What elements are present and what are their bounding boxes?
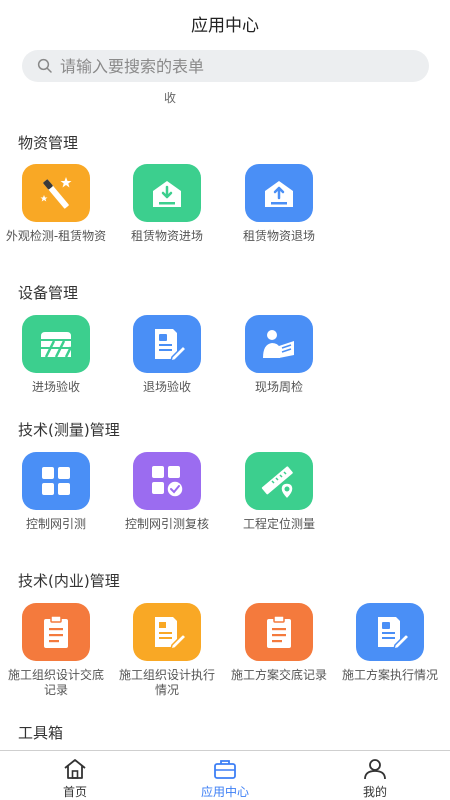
app-label: 现场周检 [254, 380, 303, 394]
document-edit-icon [133, 315, 201, 373]
tab-app-center[interactable]: 应用中心 [150, 751, 300, 800]
person-reading-icon [245, 315, 313, 373]
clipboard-icon [245, 603, 313, 661]
tab-home[interactable]: 首页 [0, 751, 150, 800]
tab-mine[interactable]: 我的 [300, 751, 450, 800]
bottom-tab-bar: 首页 应用中心 我的 [0, 750, 450, 800]
app-label: 租赁物资进场 [130, 229, 203, 243]
partially-scrolled-label: 收 [163, 92, 176, 105]
app-label: 施工组织设计执行情况 [118, 668, 215, 697]
app-rental-entry[interactable]: 租赁物资进场 [112, 164, 222, 244]
app-control-network[interactable]: 控制网引测 [1, 452, 111, 532]
app-rental-exit[interactable]: 租赁物资退场 [224, 164, 334, 244]
document-pen-icon [133, 603, 201, 661]
app-label: 控制网引测 [25, 517, 86, 531]
inbox-download-icon [133, 164, 201, 222]
barrier-icon [22, 315, 90, 373]
page-title: 应用中心 [191, 16, 259, 36]
app-label: 施工方案执行情况 [341, 668, 438, 682]
app-org-design-briefing[interactable]: 施工组织设计交底记录 [1, 603, 111, 698]
app-plan-execution[interactable]: 施工方案执行情况 [335, 603, 445, 683]
section-title-toolbox: 工具箱 [18, 724, 64, 742]
user-icon [364, 759, 386, 780]
document-edit-icon [356, 603, 424, 661]
app-label: 退场验收 [142, 380, 191, 394]
app-site-weekly-check[interactable]: 现场周检 [224, 315, 334, 395]
app-label: 施工方案交底记录 [230, 668, 327, 682]
tab-label: 我的 [362, 785, 387, 799]
search-bar[interactable] [22, 50, 429, 82]
section-title-equipment: 设备管理 [18, 284, 79, 302]
app-rental-inspection[interactable]: 外观检测-租赁物资 [1, 164, 111, 244]
search-input[interactable] [60, 56, 400, 76]
app-exit-acceptance[interactable]: 退场验收 [112, 315, 222, 395]
search-icon [37, 58, 52, 73]
section-title-internal: 技术(内业)管理 [18, 572, 120, 590]
section-title-survey: 技术(测量)管理 [18, 421, 120, 439]
briefcase-icon [214, 760, 236, 779]
clipboard-icon [22, 603, 90, 661]
tab-label: 应用中心 [200, 785, 249, 799]
app-plan-briefing[interactable]: 施工方案交底记录 [224, 603, 334, 683]
magic-wand-icon [22, 164, 90, 222]
app-control-network-review[interactable]: 控制网引测复核 [112, 452, 222, 532]
app-label: 外观检测-租赁物资 [5, 229, 107, 243]
app-label: 施工组织设计交底记录 [7, 668, 104, 697]
app-header: 应用中心 [0, 0, 450, 92]
app-positioning-survey[interactable]: 工程定位测量 [224, 452, 334, 532]
home-icon [64, 759, 86, 779]
app-label: 进场验收 [31, 380, 80, 394]
tab-label: 首页 [62, 785, 87, 799]
inbox-upload-icon [245, 164, 313, 222]
grid-check-icon [133, 452, 201, 510]
grid-icon [22, 452, 90, 510]
app-label: 租赁物资退场 [242, 229, 315, 243]
app-grid-scroll[interactable]: 收 物资管理 外观检测-租赁物资 租赁物资进场 租赁物资退场 设备管理 进场验收… [0, 92, 450, 750]
section-title-materials: 物资管理 [18, 134, 79, 152]
app-org-design-execution[interactable]: 施工组织设计执行情况 [112, 603, 222, 698]
app-label: 控制网引测复核 [124, 517, 209, 531]
ruler-pin-icon [245, 452, 313, 510]
app-label: 工程定位测量 [242, 517, 315, 531]
app-entry-acceptance[interactable]: 进场验收 [1, 315, 111, 395]
